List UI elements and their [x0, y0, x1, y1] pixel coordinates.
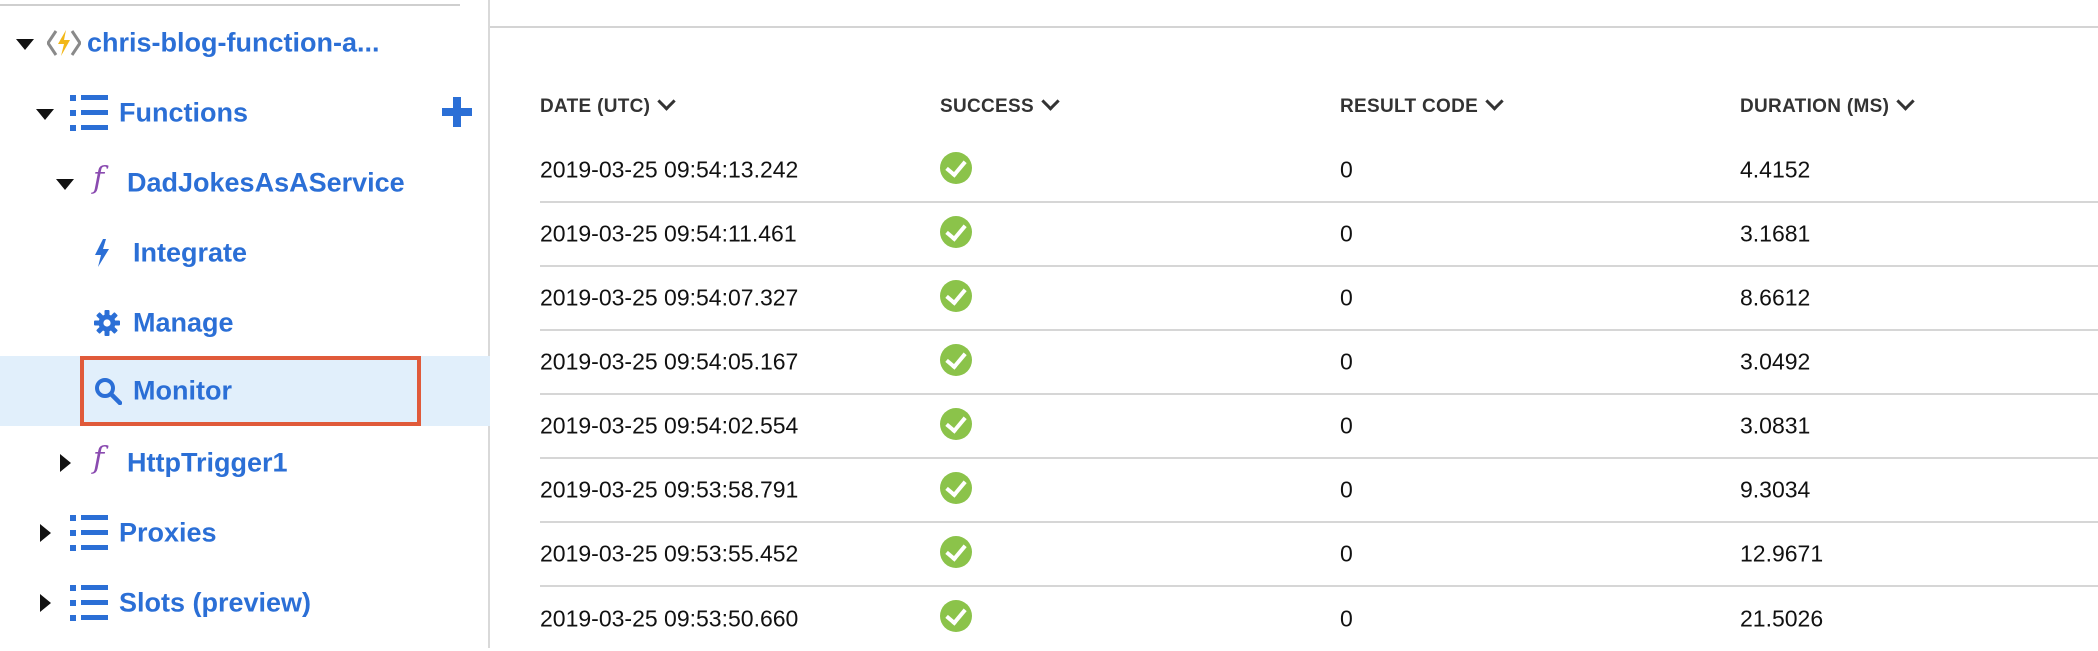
duration-cell: 3.0831	[1740, 412, 1811, 439]
table-row[interactable]: 2019-03-25 09:54:07.327 0 8.6612	[540, 267, 2098, 331]
success-check-icon	[940, 216, 972, 248]
list-icon	[70, 585, 108, 621]
main-panel: DATE (UTC) SUCCESS RESULT CODE DURATION …	[490, 0, 2098, 648]
date-cell: 2019-03-25 09:54:11.461	[540, 220, 797, 247]
duration-cell: 4.4152	[1740, 156, 1811, 183]
success-check-icon	[940, 536, 972, 568]
sidebar-item-dadjokesasaservice[interactable]: f DadJokesAsAService	[0, 148, 490, 218]
result-code-cell: 0	[1340, 156, 1353, 183]
chevron-down-icon	[1896, 92, 1915, 111]
sidebar-item-proxies[interactable]: Proxies	[0, 498, 490, 568]
result-code-cell: 0	[1340, 348, 1353, 375]
sidebar-item-label: Proxies	[119, 517, 217, 548]
table-row[interactable]: 2019-03-25 09:54:11.461 0 3.1681	[540, 203, 2098, 267]
chevron-down-icon[interactable]	[36, 109, 54, 120]
column-header-result-code[interactable]: RESULT CODE	[1340, 92, 1504, 118]
date-cell: 2019-03-25 09:54:07.327	[540, 284, 799, 311]
success-check-icon	[940, 344, 972, 376]
chevron-right-icon[interactable]	[60, 454, 71, 472]
divider	[490, 26, 2098, 28]
chevron-right-icon[interactable]	[40, 524, 51, 542]
table-row[interactable]: 2019-03-25 09:53:55.452 0 12.9671	[540, 523, 2098, 587]
success-check-icon	[940, 408, 972, 440]
column-header-date[interactable]: DATE (UTC)	[540, 92, 676, 118]
sidebar-item-label: Manage	[133, 307, 234, 338]
chevron-down-icon[interactable]	[16, 39, 34, 50]
sidebar-item-functions[interactable]: Functions	[0, 78, 490, 148]
result-code-cell: 0	[1340, 220, 1353, 247]
highlight-box	[80, 356, 421, 426]
sidebar-item-integrate[interactable]: Integrate	[0, 218, 490, 288]
sidebar: chris-blog-function-a... Functions f Dad…	[0, 0, 490, 648]
success-check-icon	[940, 280, 972, 312]
sidebar-item-label: Functions	[119, 97, 248, 128]
success-check-icon	[940, 472, 972, 504]
result-code-cell: 0	[1340, 540, 1353, 567]
list-icon	[70, 515, 108, 551]
date-cell: 2019-03-25 09:54:02.554	[540, 412, 799, 439]
function-icon: f	[93, 161, 105, 196]
result-code-cell: 0	[1340, 605, 1353, 632]
function-icon: f	[93, 441, 105, 476]
result-code-cell: 0	[1340, 412, 1353, 439]
result-code-cell: 0	[1340, 284, 1353, 311]
table-row[interactable]: 2019-03-25 09:54:13.242 0 4.4152	[540, 139, 2098, 203]
divider	[0, 4, 460, 6]
sidebar-item-app[interactable]: chris-blog-function-a...	[0, 8, 490, 78]
table-row[interactable]: 2019-03-25 09:53:58.791 0 9.3034	[540, 459, 2098, 523]
date-cell: 2019-03-25 09:53:50.660	[540, 605, 799, 632]
duration-cell: 21.5026	[1740, 605, 1824, 632]
duration-cell: 12.9671	[1740, 540, 1824, 567]
table-row[interactable]: 2019-03-25 09:54:02.554 0 3.0831	[540, 395, 2098, 459]
success-check-icon	[940, 600, 972, 632]
duration-cell: 3.1681	[1740, 220, 1811, 247]
sidebar-item-label: Slots (preview)	[119, 587, 312, 618]
column-header-success[interactable]: SUCCESS	[940, 92, 1060, 118]
date-cell: 2019-03-25 09:54:05.167	[540, 348, 799, 375]
chevron-down-icon	[1485, 92, 1504, 111]
sidebar-item-label: Integrate	[133, 237, 248, 268]
sidebar-item-manage[interactable]: Manage	[0, 288, 490, 358]
sidebar-item-httptrigger1[interactable]: f HttpTrigger1	[0, 428, 490, 498]
duration-cell: 3.0492	[1740, 348, 1811, 375]
date-cell: 2019-03-25 09:54:13.242	[540, 156, 799, 183]
duration-cell: 8.6612	[1740, 284, 1811, 311]
date-cell: 2019-03-25 09:53:55.452	[540, 540, 799, 567]
result-code-cell: 0	[1340, 476, 1353, 503]
table-row[interactable]: 2019-03-25 09:54:05.167 0 3.0492	[540, 331, 2098, 395]
lightning-icon	[94, 239, 110, 272]
gear-icon	[94, 310, 120, 341]
chevron-down-icon	[1041, 92, 1060, 111]
plus-icon[interactable]	[442, 97, 472, 132]
sidebar-item-label: HttpTrigger1	[127, 447, 288, 478]
date-cell: 2019-03-25 09:53:58.791	[540, 476, 799, 503]
chevron-right-icon[interactable]	[40, 594, 51, 612]
function-app-icon	[46, 27, 82, 64]
duration-cell: 9.3034	[1740, 476, 1811, 503]
success-check-icon	[940, 152, 972, 184]
sidebar-item-label: DadJokesAsAService	[127, 167, 405, 198]
chevron-down-icon[interactable]	[56, 179, 74, 190]
list-icon	[70, 95, 108, 131]
app-name[interactable]: chris-blog-function-a...	[87, 28, 379, 59]
column-header-duration[interactable]: DURATION (MS)	[1740, 92, 1915, 118]
chevron-down-icon	[657, 92, 676, 111]
sidebar-item-slots[interactable]: Slots (preview)	[0, 568, 490, 638]
table-row[interactable]: 2019-03-25 09:53:50.660 0 21.5026	[540, 587, 2098, 651]
